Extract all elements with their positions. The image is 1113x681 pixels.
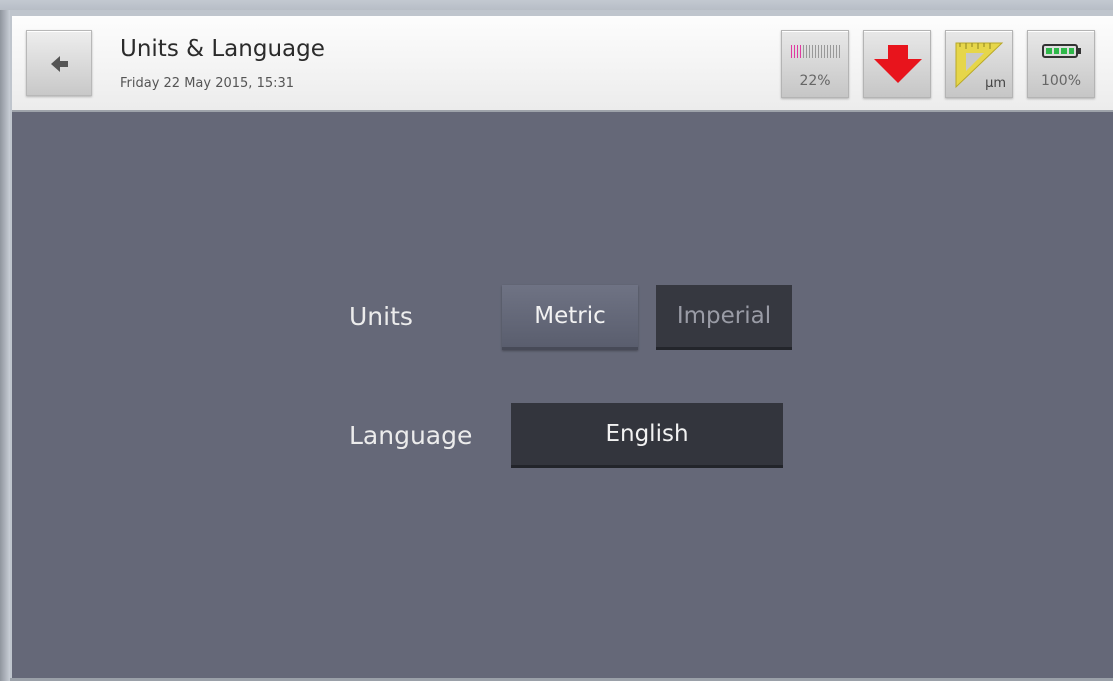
units-icon-label: µm xyxy=(985,76,1006,91)
memory-percent: 22% xyxy=(799,73,831,89)
units-label: Units xyxy=(349,302,413,331)
metric-button[interactable]: Metric xyxy=(502,285,638,350)
window-top-strip xyxy=(0,0,1113,10)
download-button[interactable] xyxy=(863,30,931,98)
battery-tip xyxy=(1078,48,1081,54)
download-arrow-icon xyxy=(874,45,922,83)
settings-panel: Units Metric Imperial Language English xyxy=(12,112,1113,678)
units-button[interactable]: µm xyxy=(945,30,1013,98)
imperial-button[interactable]: Imperial xyxy=(656,285,792,350)
battery-percent: 100% xyxy=(1040,73,1082,89)
window-left-edge xyxy=(0,10,10,681)
memory-bar-icon xyxy=(791,45,841,58)
language-selector[interactable]: English xyxy=(511,403,783,468)
back-button[interactable] xyxy=(26,30,92,96)
memory-used-fill xyxy=(791,45,802,58)
battery-segment xyxy=(1061,48,1067,54)
battery-segment xyxy=(1053,48,1059,54)
back-arrow-icon xyxy=(51,56,68,72)
battery-status-button[interactable]: 100% xyxy=(1027,30,1095,98)
battery-level-bars xyxy=(1042,44,1078,58)
language-label: Language xyxy=(349,421,473,450)
header-bar: Units & Language Friday 22 May 2015, 15:… xyxy=(12,16,1113,112)
page-title: Units & Language xyxy=(120,36,325,62)
battery-segment xyxy=(1068,48,1074,54)
page-datetime: Friday 22 May 2015, 15:31 xyxy=(120,76,295,91)
battery-segment xyxy=(1046,48,1052,54)
memory-status-button[interactable]: 22% xyxy=(781,30,849,98)
